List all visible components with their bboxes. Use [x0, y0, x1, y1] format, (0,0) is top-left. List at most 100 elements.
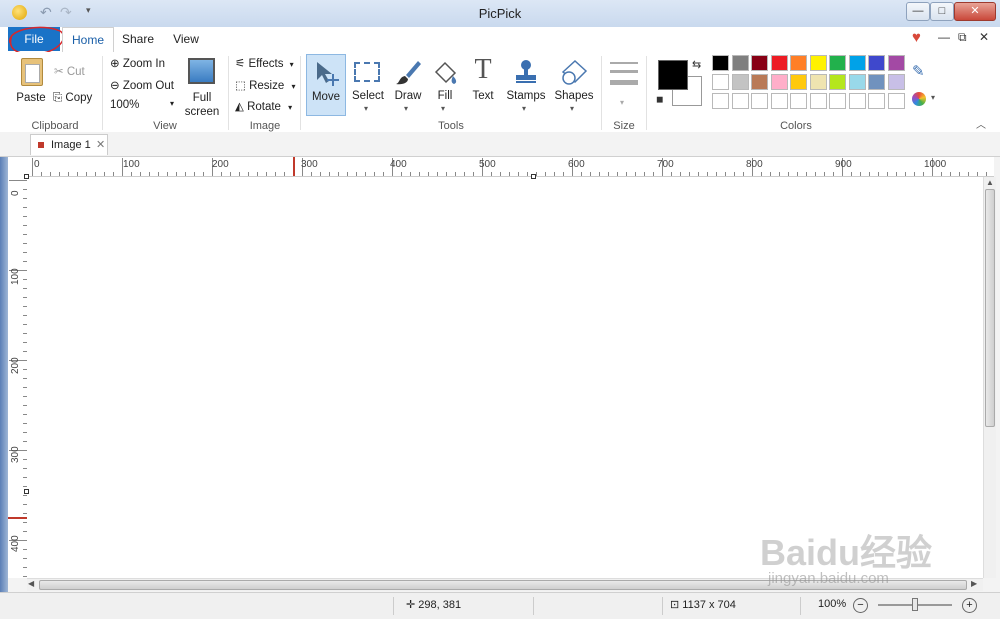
color-swatch[interactable]	[887, 55, 905, 71]
swap-colors-icon[interactable]: ⇆	[692, 58, 701, 71]
color-swatch[interactable]	[731, 74, 749, 90]
ruler-tick	[41, 172, 42, 176]
document-tab[interactable]: Image 1 ✕	[30, 134, 108, 155]
ruler-tick	[491, 172, 492, 176]
crosshair-icon: ✛	[406, 599, 416, 611]
ribbon-close-icon[interactable]: ✕	[979, 30, 989, 44]
resize-handle-top-left[interactable]	[24, 174, 29, 179]
ruler-tick	[833, 172, 834, 176]
color-swatch[interactable]	[790, 93, 807, 109]
color-swatch[interactable]	[712, 74, 729, 90]
resize-handle-top-middle[interactable]	[531, 174, 536, 179]
fill-tool-button[interactable]: Fill ▾	[428, 54, 462, 116]
eyedropper-icon[interactable]: ✎	[912, 62, 925, 80]
ruler-tick	[455, 172, 456, 176]
primary-color-swatch[interactable]	[658, 60, 688, 90]
color-swatch[interactable]	[809, 74, 827, 90]
color-swatch[interactable]	[848, 93, 866, 109]
zoom-in-button[interactable]: ⊕ Zoom In	[110, 56, 165, 70]
color-swatch[interactable]	[731, 55, 749, 71]
color-swatch[interactable]	[809, 93, 827, 109]
rotate-button[interactable]: ◭ Rotate ▾	[235, 99, 292, 113]
text-tool-button[interactable]: T Text	[466, 54, 500, 116]
stamps-tool-button[interactable]: Stamps ▾	[504, 54, 548, 116]
ruler-tick	[104, 172, 105, 176]
minimize-button[interactable]: —	[906, 2, 930, 21]
ruler-tick	[149, 172, 150, 176]
color-swatch[interactable]	[712, 55, 729, 71]
maximize-button[interactable]: □	[930, 2, 954, 21]
color-swatch[interactable]	[731, 93, 749, 109]
color-swatch[interactable]	[829, 93, 846, 109]
copy-button[interactable]: ⎘ Copy	[53, 92, 92, 105]
vertical-scrollbar[interactable]: ▲	[983, 177, 996, 578]
ruler-tick	[50, 172, 51, 176]
color-swatch[interactable]	[770, 55, 788, 71]
ribbon-restore-icon[interactable]: ⧉	[958, 30, 967, 45]
scroll-up-icon[interactable]: ▲	[986, 178, 994, 187]
zoom-out-button[interactable]: ⊖ Zoom Out	[110, 78, 174, 92]
color-swatch[interactable]	[809, 55, 827, 71]
resize-button[interactable]: ⬚ Resize ▾	[235, 78, 295, 92]
zoom-level-select[interactable]: 100% ▾	[110, 99, 178, 111]
color-swatch[interactable]	[868, 55, 885, 71]
color-swatch[interactable]	[790, 55, 807, 71]
move-label: Move	[311, 91, 341, 103]
color-wheel-icon[interactable]	[912, 92, 926, 106]
shapes-label: Shapes	[554, 90, 594, 102]
color-swatch[interactable]	[770, 74, 788, 90]
tab-view[interactable]: View	[164, 27, 208, 51]
color-swatch[interactable]	[829, 55, 846, 71]
color-swatch[interactable]	[751, 55, 768, 71]
ribbon-minimize-icon[interactable]: —	[938, 30, 950, 44]
close-tab-icon[interactable]: ✕	[96, 138, 105, 151]
draw-tool-button[interactable]: Draw ▾	[390, 54, 426, 116]
color-swatch[interactable]	[848, 55, 866, 71]
select-tool-button[interactable]: Select ▾	[350, 54, 386, 116]
resize-handle-middle-left[interactable]	[24, 489, 29, 494]
vertical-scroll-thumb[interactable]	[985, 189, 995, 427]
scroll-right-icon[interactable]: ▶	[971, 579, 977, 588]
color-swatch[interactable]	[848, 74, 866, 90]
brush-icon	[396, 61, 421, 85]
select-label: Select	[352, 90, 384, 102]
shapes-tool-button[interactable]: Shapes ▾	[552, 54, 596, 116]
zoom-slider-thumb[interactable]	[912, 598, 918, 611]
ruler-label: 1000	[924, 159, 947, 170]
collapse-ribbon-icon[interactable]: ︿	[976, 116, 986, 131]
color-swatch[interactable]	[770, 93, 788, 109]
ruler-label: 300	[10, 446, 21, 463]
tab-home[interactable]: Home	[62, 27, 114, 53]
close-button[interactable]: ✕	[954, 2, 996, 21]
chevron-down-icon: ▾	[289, 60, 294, 69]
color-swatch[interactable]	[868, 93, 885, 109]
color-swatch[interactable]	[887, 74, 905, 90]
color-swatch[interactable]	[790, 74, 807, 90]
chevron-down-icon[interactable]: ▾	[931, 93, 935, 102]
ruler-tick	[554, 172, 555, 176]
text-label: Text	[472, 90, 494, 102]
ruler-label: 100	[123, 159, 140, 170]
default-colors-icon[interactable]: ◼	[656, 94, 663, 105]
move-tool-button[interactable]: Move	[306, 54, 346, 116]
full-screen-button[interactable]: Full screen	[184, 56, 220, 118]
zoom-in-icon[interactable]: +	[962, 598, 977, 613]
line-size-picker[interactable]: ▾	[608, 58, 640, 112]
effects-button[interactable]: ⚟ Effects ▾	[235, 56, 294, 70]
baidu-watermark-logo: Baidu经验	[760, 532, 933, 573]
tab-share[interactable]: Share	[116, 27, 160, 51]
cut-button[interactable]: ✂ Cut	[54, 64, 85, 78]
zoom-out-icon[interactable]: −	[853, 598, 868, 613]
color-swatch[interactable]	[887, 93, 905, 109]
paste-button[interactable]: Paste	[14, 56, 48, 108]
move-arrow-icon	[317, 62, 339, 86]
color-swatch[interactable]	[868, 74, 885, 90]
ruler-tick	[626, 172, 627, 176]
scroll-left-icon[interactable]: ◀	[28, 579, 34, 588]
ruler-label: 0	[10, 190, 21, 196]
color-swatch[interactable]	[751, 74, 768, 90]
color-swatch[interactable]	[751, 93, 768, 109]
color-swatch[interactable]	[829, 74, 846, 90]
heart-icon[interactable]: ♥	[912, 29, 921, 46]
color-swatch[interactable]	[712, 93, 729, 109]
